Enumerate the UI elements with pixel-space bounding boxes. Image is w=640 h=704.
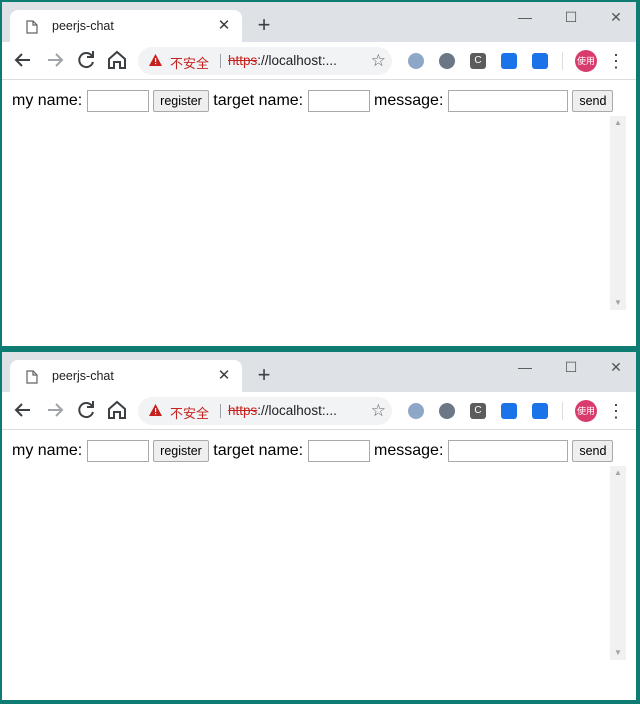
back-arrow-icon[interactable] xyxy=(11,398,35,422)
my-name-label: my name: xyxy=(12,442,83,459)
browser-window-2: peerjs-chat ✕ + — ☐ ✕ 不安全 https://localh… xyxy=(2,352,636,700)
close-window-icon[interactable]: ✕ xyxy=(596,356,636,378)
browser-toolbar: 不安全 https://localhost:... ☆ C 使用 ⋮ xyxy=(2,42,636,80)
minimize-icon[interactable]: — xyxy=(505,6,545,28)
extension-icon-2[interactable] xyxy=(439,403,455,419)
extension-icon-2[interactable] xyxy=(439,53,455,69)
warning-icon xyxy=(149,54,162,66)
extension-blue-icon-2[interactable] xyxy=(532,53,548,69)
extension-icon-1[interactable] xyxy=(408,403,424,419)
scrollbar[interactable]: ▲ ▼ xyxy=(610,466,626,660)
register-button[interactable]: register xyxy=(153,90,209,112)
tab-peerjs-chat[interactable]: peerjs-chat ✕ xyxy=(10,360,242,393)
profile-avatar[interactable]: 使用 xyxy=(575,400,597,422)
extension-c-icon[interactable]: C xyxy=(470,403,486,419)
url-text: https://localhost:... xyxy=(228,403,337,418)
new-tab-icon[interactable]: + xyxy=(252,14,276,38)
my-name-input[interactable] xyxy=(86,440,149,462)
send-button[interactable]: send xyxy=(572,90,614,112)
tab-peerjs-chat[interactable]: peerjs-chat ✕ xyxy=(10,10,242,43)
maximize-icon[interactable]: ☐ xyxy=(551,6,591,28)
scroll-up-icon[interactable]: ▲ xyxy=(610,116,626,130)
profile-avatar[interactable]: 使用 xyxy=(575,50,597,72)
security-label: 不安全 xyxy=(170,406,210,421)
target-name-label: target name: xyxy=(213,442,304,459)
my-name-input[interactable] xyxy=(86,90,149,112)
security-label: 不安全 xyxy=(170,56,210,71)
send-button[interactable]: send xyxy=(572,440,614,462)
my-name-label: my name: xyxy=(12,92,83,109)
target-name-input[interactable] xyxy=(307,440,370,462)
scrollbar[interactable]: ▲ ▼ xyxy=(610,116,626,310)
chat-form: my name: register target name: message: … xyxy=(12,440,614,462)
back-arrow-icon[interactable] xyxy=(11,48,35,72)
scroll-up-icon[interactable]: ▲ xyxy=(610,466,626,480)
page-content: my name: register target name: message: … xyxy=(2,430,636,700)
message-input[interactable] xyxy=(447,440,568,462)
minimize-icon[interactable]: — xyxy=(505,356,545,378)
page-content: my name: register target name: message: … xyxy=(2,80,636,346)
home-icon[interactable] xyxy=(105,398,129,422)
menu-kebab-icon[interactable]: ⋮ xyxy=(606,50,626,72)
tab-close-icon[interactable]: ✕ xyxy=(214,366,234,386)
document-icon xyxy=(26,370,38,384)
title-bar: peerjs-chat ✕ + — ☐ ✕ xyxy=(2,352,636,393)
forward-arrow-icon[interactable] xyxy=(43,398,67,422)
message-label: message: xyxy=(374,92,444,109)
message-label: message: xyxy=(374,442,444,459)
tab-title: peerjs-chat xyxy=(52,369,114,383)
home-icon[interactable] xyxy=(105,48,129,72)
new-tab-icon[interactable]: + xyxy=(252,364,276,388)
forward-arrow-icon[interactable] xyxy=(43,48,67,72)
extension-blue-icon-1[interactable] xyxy=(501,53,517,69)
reload-icon[interactable] xyxy=(74,398,98,422)
scroll-down-icon[interactable]: ▼ xyxy=(610,296,626,310)
browser-toolbar: 不安全 https://localhost:... ☆ C 使用 ⋮ xyxy=(2,392,636,430)
tab-title: peerjs-chat xyxy=(52,19,114,33)
document-icon xyxy=(26,20,38,34)
reload-icon[interactable] xyxy=(74,48,98,72)
register-button[interactable]: register xyxy=(153,440,209,462)
title-bar: peerjs-chat ✕ + — ☐ ✕ xyxy=(2,2,636,43)
extension-blue-icon-2[interactable] xyxy=(532,403,548,419)
url-text: https://localhost:... xyxy=(228,53,337,68)
message-input[interactable] xyxy=(447,90,568,112)
maximize-icon[interactable]: ☐ xyxy=(551,356,591,378)
scroll-down-icon[interactable]: ▼ xyxy=(610,646,626,660)
tab-close-icon[interactable]: ✕ xyxy=(214,16,234,36)
address-bar[interactable]: 不安全 https://localhost:... ☆ xyxy=(138,47,392,75)
chat-form: my name: register target name: message: … xyxy=(12,90,614,112)
target-name-input[interactable] xyxy=(307,90,370,112)
address-bar[interactable]: 不安全 https://localhost:... ☆ xyxy=(138,397,392,425)
browser-window-1: peerjs-chat ✕ + — ☐ ✕ 不安全 https://localh… xyxy=(2,2,636,346)
extension-blue-icon-1[interactable] xyxy=(501,403,517,419)
extension-c-icon[interactable]: C xyxy=(470,53,486,69)
bookmark-star-icon[interactable]: ☆ xyxy=(371,51,386,71)
warning-icon xyxy=(149,404,162,416)
close-window-icon[interactable]: ✕ xyxy=(596,6,636,28)
bookmark-star-icon[interactable]: ☆ xyxy=(371,401,386,421)
menu-kebab-icon[interactable]: ⋮ xyxy=(606,400,626,422)
target-name-label: target name: xyxy=(213,92,304,109)
extension-icon-1[interactable] xyxy=(408,53,424,69)
